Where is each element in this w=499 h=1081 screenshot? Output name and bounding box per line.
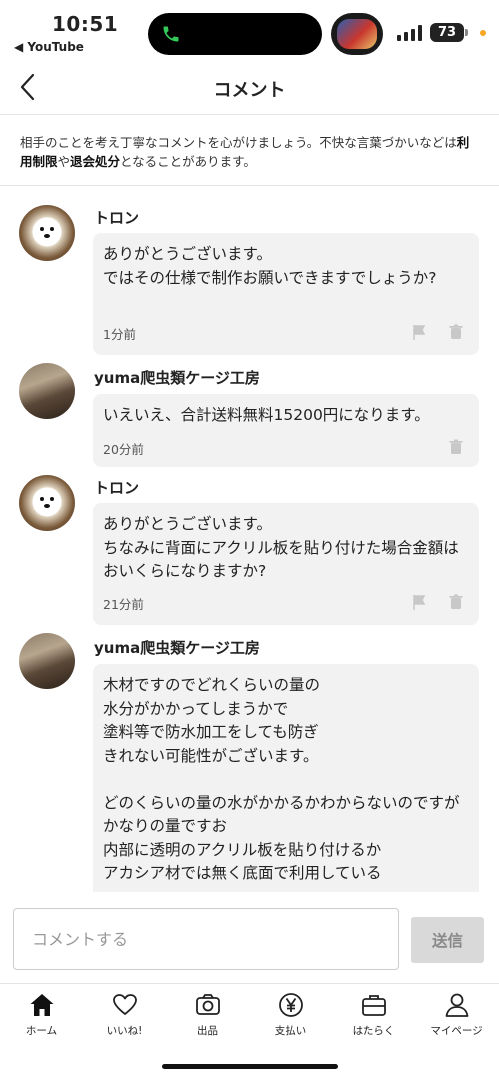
notice-bold-account-suspension: 退会処分 xyxy=(70,154,121,169)
briefcase-icon xyxy=(361,995,386,1016)
tab-label: はたらく xyxy=(352,1025,395,1037)
battery-tip xyxy=(465,29,468,36)
tab-label: 支払い xyxy=(274,1025,307,1037)
comment-time: 21分前 xyxy=(103,597,144,612)
notice-text-1: 相手のことを考え丁寧なコメントを心がけましょう。不快な言葉づかいなどは xyxy=(20,135,457,150)
comment-bubble: 木材ですのでどれくらいの量の 水分がかかってしまうかで 塗料等で防水加工をしても… xyxy=(93,664,479,892)
tab-home[interactable]: ホーム xyxy=(0,992,83,1038)
comment-bubble: ありがとうございます。 ちなみに背面にアクリル板を貼り付けた場合金額はおいくらに… xyxy=(93,503,479,625)
home-icon xyxy=(30,994,53,1016)
tab-likes[interactable]: いいね! xyxy=(83,992,166,1038)
home-indicator[interactable] xyxy=(162,1064,338,1069)
dog-avatar[interactable] xyxy=(19,205,75,261)
heart-icon xyxy=(112,994,137,1015)
comment-text: いえいえ、合計送料無料15200円になります。 xyxy=(103,406,430,424)
page-title: コメント xyxy=(213,80,286,101)
battery-indicator: 73 xyxy=(430,23,464,42)
trash-icon[interactable] xyxy=(448,594,464,610)
tab-label: 出品 xyxy=(197,1025,218,1037)
cellular-signal-icon xyxy=(397,25,422,41)
comment-text: 木材ですのでどれくらいの量の 水分がかかってしまうかで 塗料等で防水加工をしても… xyxy=(103,676,460,882)
status-time: 10:51 xyxy=(52,12,119,36)
dynamic-island[interactable] xyxy=(148,13,322,55)
trash-icon[interactable] xyxy=(448,439,464,455)
tab-label: マイページ xyxy=(430,1025,483,1037)
comment-composer: 送信 xyxy=(0,893,499,983)
tab-label: いいね! xyxy=(106,1025,143,1037)
nav-header: コメント xyxy=(0,62,499,115)
comment-username[interactable]: トロン xyxy=(94,207,139,228)
tab-work[interactable]: はたらく xyxy=(332,992,415,1038)
status-bar: 10:51 ◀ YouTube 73 xyxy=(0,0,499,62)
comment-username[interactable]: トロン xyxy=(94,477,139,498)
trash-icon[interactable] xyxy=(448,324,464,340)
comment-input[interactable] xyxy=(13,908,399,970)
tab-mypage[interactable]: マイページ xyxy=(415,992,498,1038)
comment-time: 20分前 xyxy=(103,442,144,457)
comment-username[interactable]: yuma爬虫類ケージ工房 xyxy=(94,637,260,658)
gecko-avatar[interactable] xyxy=(19,363,75,419)
tab-listing[interactable]: 出品 xyxy=(166,992,249,1038)
comment-bubble: いえいえ、合計送料無料15200円になります。 20分前 xyxy=(93,394,479,467)
tab-label: ホーム xyxy=(25,1025,58,1037)
phone-call-icon xyxy=(163,26,179,42)
notice-text-3: となることがあります。 xyxy=(120,154,256,169)
comment-time: 1分前 xyxy=(103,327,136,342)
gecko-avatar[interactable] xyxy=(19,633,75,689)
flag-icon[interactable] xyxy=(411,594,427,610)
tab-payment[interactable]: 支払い xyxy=(249,992,332,1038)
yen-icon xyxy=(278,993,303,1017)
comment-list[interactable]: トロン ありがとうございます。 ではその仕様で制作お願いできますでしょうか? 1… xyxy=(0,187,499,892)
comment-username[interactable]: yuma爬虫類ケージ工房 xyxy=(94,367,260,388)
send-button[interactable]: 送信 xyxy=(411,917,484,963)
camera-icon xyxy=(195,994,220,1015)
picture-in-picture-thumbnail[interactable] xyxy=(331,13,383,55)
back-to-youtube-link[interactable]: ◀ YouTube xyxy=(14,40,84,54)
person-icon xyxy=(445,993,468,1017)
dog-avatar[interactable] xyxy=(19,475,75,531)
comment-text: ありがとうございます。 ちなみに背面にアクリル板を貼り付けた場合金額はおいくらに… xyxy=(103,515,459,580)
notice-text-2: や xyxy=(57,154,71,169)
flag-icon[interactable] xyxy=(411,324,427,340)
comment-bubble: ありがとうございます。 ではその仕様で制作お願いできますでしょうか? 1分前 xyxy=(93,233,479,355)
privacy-indicator-dot xyxy=(480,30,486,36)
comment-guideline-notice: 相手のことを考え丁寧なコメントを心がけましょう。不快な言葉づかいなどは利用制限や… xyxy=(0,115,499,186)
comment-text: ありがとうございます。 ではその仕様で制作お願いできますでしょうか? xyxy=(103,245,437,287)
